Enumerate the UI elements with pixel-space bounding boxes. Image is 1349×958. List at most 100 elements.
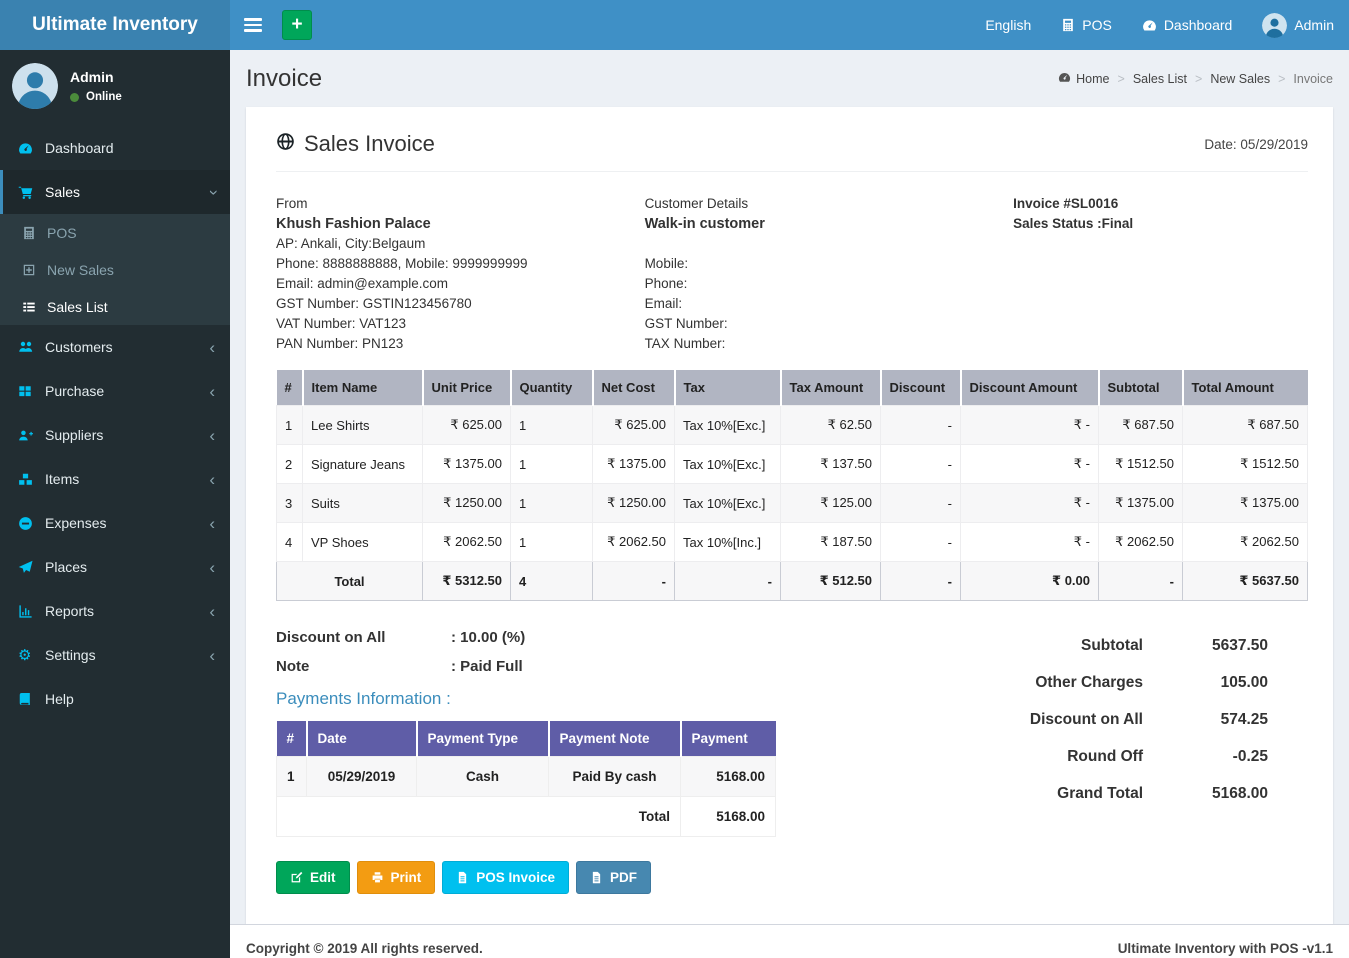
breadcrumb-home[interactable]: Home bbox=[1058, 71, 1109, 87]
item-cell: Signature Jeans bbox=[303, 445, 423, 484]
payments-table: # Date Payment Type Payment Note Payment… bbox=[276, 721, 776, 837]
item-cell: Tax 10%[Inc.] bbox=[675, 523, 781, 562]
item-cell: Lee Shirts bbox=[303, 406, 423, 445]
breadcrumb-separator: > bbox=[1195, 72, 1202, 86]
item-cell: 1 bbox=[511, 484, 593, 523]
sidebar-item-reports[interactable]: Reports ‹ bbox=[0, 589, 230, 633]
sidebar-item-label: Places bbox=[45, 559, 209, 575]
pdf-button[interactable]: PDF bbox=[576, 861, 651, 894]
brand-logo[interactable]: Ultimate Inventory bbox=[0, 0, 230, 50]
discount-on-all-label: Discount on All bbox=[276, 629, 451, 646]
globe-icon bbox=[276, 131, 295, 157]
item-cell: ₹ 625.00 bbox=[593, 406, 675, 445]
chevron-down-icon: ‹ bbox=[204, 189, 221, 195]
item-cell: ₹ 1375.00 bbox=[1099, 484, 1183, 523]
summary-row: Subtotal 5637.50 bbox=[978, 637, 1268, 655]
nav-dashboard-label: Dashboard bbox=[1164, 17, 1233, 33]
file-icon bbox=[456, 871, 469, 884]
col-header: Payment Type bbox=[417, 721, 549, 757]
item-cell: ₹ 1375.00 bbox=[593, 445, 675, 484]
from-name: Khush Fashion Palace bbox=[276, 214, 645, 234]
item-cell: ₹ 1250.00 bbox=[423, 484, 511, 523]
breadcrumb-separator: > bbox=[1118, 72, 1125, 86]
main-content: Invoice Home > Sales List > New Sales > … bbox=[230, 50, 1349, 958]
sidebar-menu: Dashboard Sales ‹ POS New Sales bbox=[0, 126, 230, 721]
edit-button[interactable]: Edit bbox=[276, 861, 350, 894]
sidebar-item-suppliers[interactable]: Suppliers ‹ bbox=[0, 413, 230, 457]
item-cell: - bbox=[881, 523, 961, 562]
sidebar-item-help[interactable]: Help bbox=[0, 677, 230, 721]
summary-value: 105.00 bbox=[1143, 674, 1268, 692]
sales-status: Sales Status :Final bbox=[1013, 214, 1308, 234]
sidebar-item-label: Reports bbox=[45, 603, 209, 619]
sidebar-item-customers[interactable]: Customers ‹ bbox=[0, 325, 230, 369]
language-menu[interactable]: English bbox=[970, 0, 1046, 50]
table-row: 3 Suits ₹ 1250.00 1 ₹ 1250.00 Tax 10%[Ex… bbox=[277, 484, 1308, 523]
lower-left: Discount on All : 10.00 (%) Note : Paid … bbox=[276, 629, 776, 894]
hamburger-icon[interactable] bbox=[230, 0, 276, 50]
col-header: Quantity bbox=[511, 370, 593, 406]
sidebar-item-sales-list[interactable]: Sales List bbox=[0, 288, 230, 325]
summary-row: Grand Total 5168.00 bbox=[978, 785, 1268, 803]
note-row: Note : Paid Full bbox=[276, 658, 776, 675]
col-header: Tax Amount bbox=[781, 370, 881, 406]
sidebar-user-name: Admin bbox=[70, 69, 122, 85]
breadcrumb-new-sales[interactable]: New Sales bbox=[1210, 72, 1270, 86]
customer-line: Email: bbox=[645, 294, 1014, 314]
sidebar-item-label: Expenses bbox=[45, 515, 209, 531]
item-cell: Tax 10%[Exc.] bbox=[675, 445, 781, 484]
item-cell: 2 bbox=[277, 445, 303, 484]
sidebar-item-label: Customers bbox=[45, 339, 209, 355]
item-cell: ₹ 1250.00 bbox=[593, 484, 675, 523]
sidebar-item-new-sales[interactable]: New Sales bbox=[0, 251, 230, 288]
sidebar-item-purchase[interactable]: Purchase ‹ bbox=[0, 369, 230, 413]
item-cell: 1 bbox=[511, 406, 593, 445]
nav-pos-link[interactable]: POS bbox=[1046, 0, 1127, 50]
chevron-left-icon: ‹ bbox=[209, 603, 215, 620]
col-header: Discount Amount bbox=[961, 370, 1099, 406]
item-cell: ₹ - bbox=[961, 523, 1099, 562]
note-label: Note bbox=[276, 658, 451, 675]
item-cell: ₹ 2062.50 bbox=[593, 523, 675, 562]
user-menu[interactable]: Admin bbox=[1247, 0, 1349, 50]
summary-label: Grand Total bbox=[1057, 785, 1143, 803]
sidebar-item-sales[interactable]: Sales ‹ bbox=[0, 170, 230, 214]
sidebar-item-settings[interactable]: ⚙ Settings ‹ bbox=[0, 633, 230, 677]
user-menu-label: Admin bbox=[1294, 17, 1334, 33]
nav-dashboard-link[interactable]: Dashboard bbox=[1127, 0, 1248, 50]
sidebar-item-label: Settings bbox=[45, 647, 209, 663]
breadcrumb: Home > Sales List > New Sales > Invoice bbox=[1058, 71, 1333, 87]
payment-cell: Cash bbox=[417, 757, 549, 797]
item-cell: ₹ 625.00 bbox=[423, 406, 511, 445]
sidebar-item-pos[interactable]: POS bbox=[0, 214, 230, 251]
item-cell: ₹ - bbox=[961, 445, 1099, 484]
customer-heading: Customer Details bbox=[645, 194, 1014, 214]
sidebar-item-items[interactable]: Items ‹ bbox=[0, 457, 230, 501]
total-cell: 4 bbox=[511, 562, 593, 601]
footer: Copyright © 2019 All rights reserved. Ul… bbox=[230, 924, 1349, 958]
sidebar-item-label: Purchase bbox=[45, 383, 209, 399]
user-panel: Admin Online bbox=[0, 50, 230, 122]
invoice-info: From Khush Fashion Palace AP: Ankali, Ci… bbox=[276, 194, 1308, 354]
summary-label: Other Charges bbox=[1035, 674, 1143, 692]
col-header: Payment Note bbox=[549, 721, 681, 757]
invoice-number: Invoice #SL0016 bbox=[1013, 194, 1308, 214]
summary-label: Subtotal bbox=[1081, 637, 1143, 655]
add-button[interactable]: + bbox=[282, 10, 312, 40]
sidebar-item-places[interactable]: Places ‹ bbox=[0, 545, 230, 589]
user-plus-icon bbox=[18, 428, 45, 443]
sidebar-item-dashboard[interactable]: Dashboard bbox=[0, 126, 230, 170]
language-label: English bbox=[985, 17, 1031, 33]
sidebar-item-label: Suppliers bbox=[45, 427, 209, 443]
col-header: Unit Price bbox=[423, 370, 511, 406]
table-row: 2 Signature Jeans ₹ 1375.00 1 ₹ 1375.00 … bbox=[277, 445, 1308, 484]
col-header: Payment bbox=[681, 721, 776, 757]
sidebar-item-expenses[interactable]: Expenses ‹ bbox=[0, 501, 230, 545]
brand-text: Ultimate Inventory bbox=[32, 14, 198, 36]
breadcrumb-sales-list[interactable]: Sales List bbox=[1133, 72, 1187, 86]
sidebar-item-label: Help bbox=[45, 691, 215, 707]
print-button[interactable]: Print bbox=[357, 861, 436, 894]
pos-invoice-button[interactable]: POS Invoice bbox=[442, 861, 569, 894]
summary-value: 574.25 bbox=[1143, 711, 1268, 729]
item-cell: - bbox=[881, 484, 961, 523]
